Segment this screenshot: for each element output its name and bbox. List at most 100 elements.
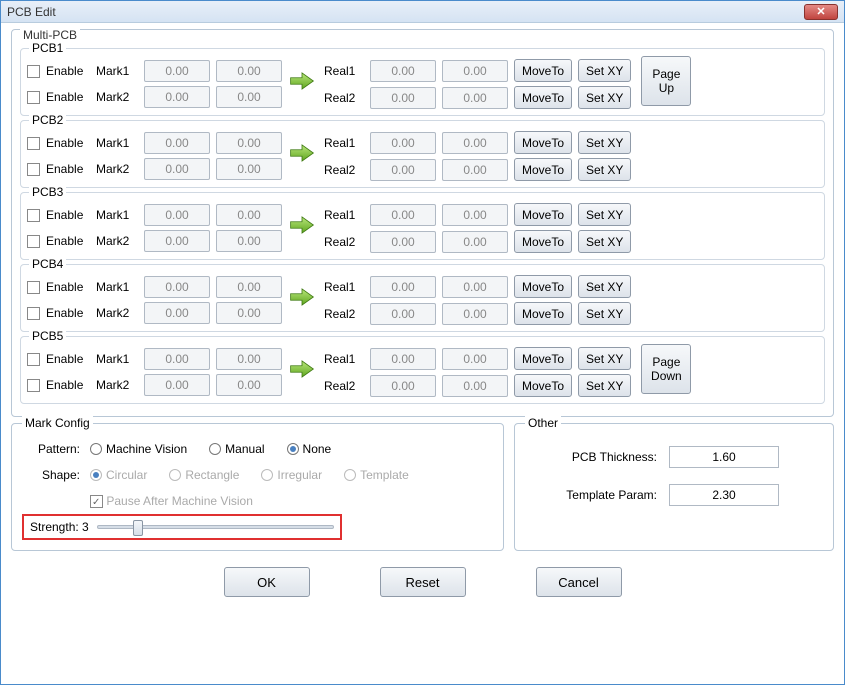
- enable-checkbox[interactable]: [27, 209, 40, 222]
- mark1-y-input[interactable]: 0.00: [216, 132, 282, 154]
- real2-x-input[interactable]: 0.00: [370, 303, 436, 325]
- moveto-button[interactable]: MoveTo: [514, 86, 572, 109]
- mark1-y-input[interactable]: 0.00: [216, 60, 282, 82]
- mark-config-title: Mark Config: [22, 416, 93, 430]
- pcb-name-label: PCB3: [29, 185, 66, 199]
- real2-y-input[interactable]: 0.00: [442, 375, 508, 397]
- mark1-x-input[interactable]: 0.00: [144, 204, 210, 226]
- pause-after-mv-checkbox: Pause After Machine Vision: [90, 494, 253, 508]
- real2-y-input[interactable]: 0.00: [442, 303, 508, 325]
- pattern-option-mv[interactable]: Machine Vision: [90, 442, 187, 456]
- real2-x-input[interactable]: 0.00: [370, 375, 436, 397]
- mark2-x-input[interactable]: 0.00: [144, 230, 210, 252]
- reset-button[interactable]: Reset: [380, 567, 466, 597]
- enable-label: Enable: [46, 64, 90, 78]
- real1-label: Real1: [324, 208, 364, 222]
- real1-y-input[interactable]: 0.00: [442, 204, 508, 226]
- page-down-button[interactable]: PageDown: [641, 344, 691, 394]
- enable-checkbox[interactable]: [27, 163, 40, 176]
- setxy-button[interactable]: Set XY: [578, 86, 631, 109]
- moveto-button[interactable]: MoveTo: [514, 347, 572, 370]
- setxy-button[interactable]: Set XY: [578, 347, 631, 370]
- moveto-button[interactable]: MoveTo: [514, 374, 572, 397]
- template-param-label: Template Param:: [529, 488, 669, 502]
- pcb-block: PCB4 Enable Mark1 0.00 0.00 Enable Mark2…: [20, 264, 825, 332]
- enable-checkbox[interactable]: [27, 281, 40, 294]
- moveto-button[interactable]: MoveTo: [514, 59, 572, 82]
- setxy-button[interactable]: Set XY: [578, 302, 631, 325]
- pattern-option-none[interactable]: None: [287, 442, 332, 456]
- enable-label: Enable: [46, 378, 90, 392]
- mark1-x-input[interactable]: 0.00: [144, 60, 210, 82]
- pattern-label: Pattern:: [22, 442, 80, 456]
- mark2-x-input[interactable]: 0.00: [144, 86, 210, 108]
- real1-x-input[interactable]: 0.00: [370, 60, 436, 82]
- pattern-option-manual[interactable]: Manual: [209, 442, 264, 456]
- ok-button[interactable]: OK: [224, 567, 310, 597]
- real1-x-input[interactable]: 0.00: [370, 348, 436, 370]
- real1-label: Real1: [324, 136, 364, 150]
- mark2-y-input[interactable]: 0.00: [216, 230, 282, 252]
- real2-y-input[interactable]: 0.00: [442, 87, 508, 109]
- mark2-x-input[interactable]: 0.00: [144, 158, 210, 180]
- real2-y-input[interactable]: 0.00: [442, 159, 508, 181]
- page-up-button[interactable]: PageUp: [641, 56, 691, 106]
- mark1-y-input[interactable]: 0.00: [216, 276, 282, 298]
- moveto-button[interactable]: MoveTo: [514, 131, 572, 154]
- setxy-button[interactable]: Set XY: [578, 275, 631, 298]
- real1-y-input[interactable]: 0.00: [442, 60, 508, 82]
- moveto-button[interactable]: MoveTo: [514, 158, 572, 181]
- template-param-input[interactable]: 2.30: [669, 484, 779, 506]
- real2-x-input[interactable]: 0.00: [370, 231, 436, 253]
- enable-checkbox[interactable]: [27, 307, 40, 320]
- moveto-button[interactable]: MoveTo: [514, 275, 572, 298]
- setxy-button[interactable]: Set XY: [578, 374, 631, 397]
- enable-checkbox[interactable]: [27, 353, 40, 366]
- mark1-y-input[interactable]: 0.00: [216, 348, 282, 370]
- setxy-button[interactable]: Set XY: [578, 59, 631, 82]
- real1-y-input[interactable]: 0.00: [442, 348, 508, 370]
- enable-checkbox[interactable]: [27, 235, 40, 248]
- mark1-x-input[interactable]: 0.00: [144, 348, 210, 370]
- enable-checkbox[interactable]: [27, 379, 40, 392]
- cancel-button[interactable]: Cancel: [536, 567, 622, 597]
- setxy-button[interactable]: Set XY: [578, 203, 631, 226]
- mark1-y-input[interactable]: 0.00: [216, 204, 282, 226]
- enable-checkbox[interactable]: [27, 91, 40, 104]
- mark1-x-input[interactable]: 0.00: [144, 132, 210, 154]
- real2-y-input[interactable]: 0.00: [442, 231, 508, 253]
- real1-y-input[interactable]: 0.00: [442, 276, 508, 298]
- mark2-y-input[interactable]: 0.00: [216, 302, 282, 324]
- slider-thumb-icon[interactable]: [133, 520, 143, 536]
- real2-x-input[interactable]: 0.00: [370, 87, 436, 109]
- arrow-right-icon: [288, 70, 316, 92]
- strength-slider[interactable]: [97, 525, 334, 529]
- enable-checkbox[interactable]: [27, 65, 40, 78]
- real1-x-input[interactable]: 0.00: [370, 276, 436, 298]
- mark2-y-input[interactable]: 0.00: [216, 86, 282, 108]
- setxy-button[interactable]: Set XY: [578, 230, 631, 253]
- moveto-button[interactable]: MoveTo: [514, 230, 572, 253]
- close-button[interactable]: ✕: [804, 4, 838, 20]
- real1-x-input[interactable]: 0.00: [370, 132, 436, 154]
- shape-option-irregular: Irregular: [261, 468, 322, 482]
- real1-x-input[interactable]: 0.00: [370, 204, 436, 226]
- moveto-button[interactable]: MoveTo: [514, 203, 572, 226]
- real2-x-input[interactable]: 0.00: [370, 159, 436, 181]
- mark2-x-input[interactable]: 0.00: [144, 302, 210, 324]
- mark1-label: Mark1: [96, 136, 138, 150]
- pcb-block: PCB3 Enable Mark1 0.00 0.00 Enable Mark2…: [20, 192, 825, 260]
- mark1-x-input[interactable]: 0.00: [144, 276, 210, 298]
- setxy-button[interactable]: Set XY: [578, 158, 631, 181]
- pcb-edit-window: PCB Edit ✕ Multi-PCB PCB1 Enable Mark1 0…: [0, 0, 845, 685]
- mark2-y-input[interactable]: 0.00: [216, 158, 282, 180]
- enable-label: Enable: [46, 90, 90, 104]
- pcb-thickness-input[interactable]: 1.60: [669, 446, 779, 468]
- moveto-button[interactable]: MoveTo: [514, 302, 572, 325]
- setxy-button[interactable]: Set XY: [578, 131, 631, 154]
- enable-checkbox[interactable]: [27, 137, 40, 150]
- strength-highlight: Strength: 3: [22, 514, 342, 540]
- mark2-x-input[interactable]: 0.00: [144, 374, 210, 396]
- real1-y-input[interactable]: 0.00: [442, 132, 508, 154]
- mark2-y-input[interactable]: 0.00: [216, 374, 282, 396]
